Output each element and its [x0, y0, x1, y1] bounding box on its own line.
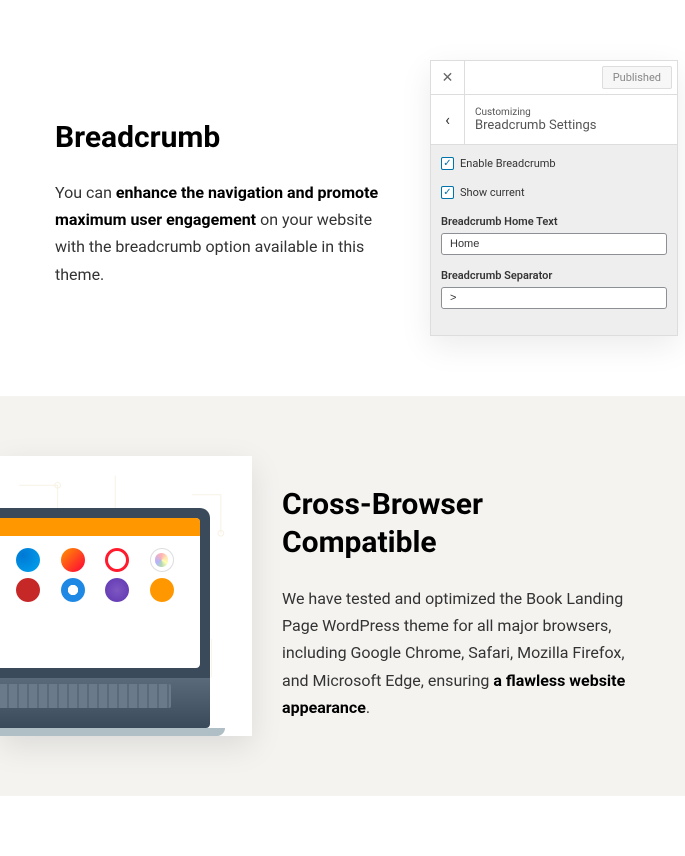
- published-badge: Published: [602, 66, 672, 89]
- laptop-screen: [0, 508, 210, 678]
- uc-browser-icon: [150, 578, 174, 602]
- safari-icon: [150, 548, 174, 572]
- separator-input[interactable]: [441, 287, 667, 309]
- chevron-left-icon: ‹: [445, 110, 450, 129]
- show-current-label: Show current: [460, 186, 525, 199]
- panel-title-row: ‹ Customizing Breadcrumb Settings: [431, 95, 677, 145]
- breadcrumb-section: Breadcrumb You can enhance the navigatio…: [0, 0, 685, 396]
- panel-header: ✕ Published: [431, 61, 677, 95]
- checkbox-checked-icon: ✓: [441, 186, 454, 199]
- browser-window: [0, 518, 200, 668]
- show-current-row[interactable]: ✓ Show current: [441, 186, 667, 199]
- browser-icons-grid: [0, 536, 200, 668]
- cross-browser-heading: Cross-Browser Compatible: [282, 486, 630, 561]
- separator-group: Breadcrumb Separator: [441, 269, 667, 309]
- breadcrumb-description: You can enhance the navigation and promo…: [55, 179, 400, 288]
- laptop-card: [0, 456, 252, 736]
- cross-browser-section: Cross-Browser Compatible We have tested …: [0, 396, 685, 796]
- back-button[interactable]: ‹: [431, 95, 465, 145]
- opera-icon: [105, 548, 129, 572]
- panel-body: ✓ Enable Breadcrumb ✓ Show current Bread…: [431, 145, 677, 335]
- enable-breadcrumb-label: Enable Breadcrumb: [460, 157, 556, 170]
- safari-alt-icon: [61, 578, 85, 602]
- checkbox-checked-icon: ✓: [441, 157, 454, 170]
- panel-titles: Customizing Breadcrumb Settings: [465, 107, 596, 133]
- customizer-panel-wrap: ✕ Published ‹ Customizing Breadcrumb Set…: [430, 60, 685, 336]
- cross-browser-description: We have tested and optimized the Book La…: [282, 585, 630, 721]
- laptop-illustration-wrap: [0, 456, 252, 736]
- browser-icon: [105, 578, 129, 602]
- panel-subtitle: Customizing: [475, 107, 596, 118]
- panel-title: Breadcrumb Settings: [475, 118, 596, 133]
- url-bar: [0, 518, 200, 536]
- separator-label: Breadcrumb Separator: [441, 269, 667, 282]
- text-pre: You can: [55, 183, 116, 202]
- laptop-illustration: [0, 466, 242, 736]
- home-text-label: Breadcrumb Home Text: [441, 215, 667, 228]
- home-text-input[interactable]: [441, 233, 667, 255]
- edge-icon: [16, 548, 40, 572]
- close-button[interactable]: ✕: [431, 61, 465, 95]
- laptop-keyboard: [0, 678, 210, 728]
- firefox-icon: [61, 548, 85, 572]
- breadcrumb-text-block: Breadcrumb You can enhance the navigatio…: [55, 60, 400, 336]
- laptop-base: [0, 728, 225, 736]
- laptop-icon: [0, 508, 210, 736]
- breadcrumb-heading: Breadcrumb: [55, 120, 400, 155]
- customizer-panel: ✕ Published ‹ Customizing Breadcrumb Set…: [430, 60, 678, 336]
- browser-icon: [16, 578, 40, 602]
- home-text-group: Breadcrumb Home Text: [441, 215, 667, 255]
- text-post: .: [366, 698, 370, 717]
- cross-browser-text-block: Cross-Browser Compatible We have tested …: [282, 456, 630, 736]
- enable-breadcrumb-row[interactable]: ✓ Enable Breadcrumb: [441, 157, 667, 170]
- close-icon: ✕: [442, 70, 454, 86]
